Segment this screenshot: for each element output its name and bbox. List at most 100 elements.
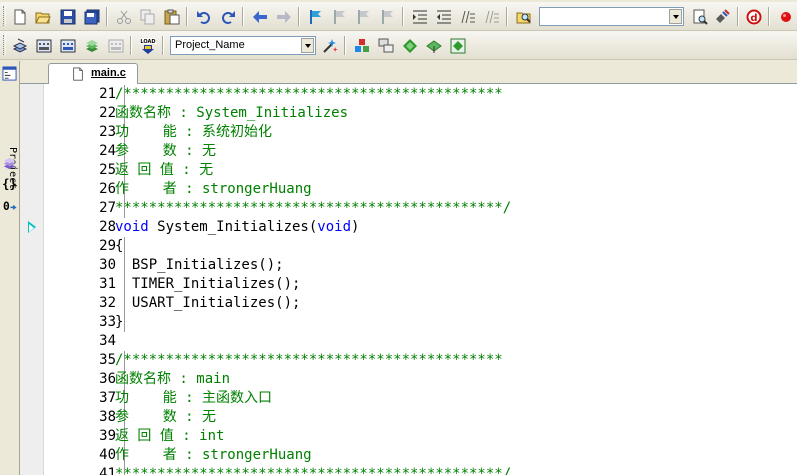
fold-guide xyxy=(124,313,125,332)
functions-window-button[interactable]: {} xyxy=(1,175,18,192)
unindent-icon xyxy=(437,10,451,23)
indent-button[interactable] xyxy=(410,7,430,26)
code-text: 返 回 值 : int xyxy=(115,428,225,444)
code-line[interactable]: 36 函数名称 : main xyxy=(20,370,797,389)
code-line[interactable]: 39 返 回 值 : int xyxy=(20,427,797,446)
copy-button[interactable] xyxy=(138,7,158,26)
code-text: 参 数 : 无 xyxy=(115,409,217,425)
save-button[interactable] xyxy=(58,7,78,26)
nav-back-button[interactable] xyxy=(250,7,270,26)
find-in-files-icon xyxy=(516,12,531,23)
load-label: LOAD xyxy=(140,39,155,45)
batch-build-icon xyxy=(86,39,98,52)
line-number: 28 xyxy=(99,219,116,235)
build-button[interactable] xyxy=(34,36,54,55)
code-line[interactable]: 28 void System_Initializes(void) xyxy=(20,218,797,237)
breakpoint-button[interactable] xyxy=(776,7,796,26)
code-line[interactable]: 35/*************************************… xyxy=(20,351,797,370)
code-line[interactable]: 33} xyxy=(20,313,797,332)
chevron-down-icon[interactable] xyxy=(301,38,314,53)
paste-button[interactable] xyxy=(162,7,182,26)
bookmark-next-button[interactable] xyxy=(354,7,374,26)
templates-window-button[interactable]: 0 xyxy=(1,197,18,214)
line-number: 38 xyxy=(99,409,116,425)
search-combo[interactable] xyxy=(539,7,684,26)
target-options-button[interactable] xyxy=(320,36,340,55)
pack-installer-button[interactable] xyxy=(400,36,420,55)
save-all-button[interactable] xyxy=(82,7,102,26)
paste-icon xyxy=(164,9,180,24)
code-line[interactable]: 26 作 者 : strongerHuang xyxy=(20,180,797,199)
project-window-button[interactable] xyxy=(1,65,18,82)
bookmark-next-icon xyxy=(358,9,369,24)
tab-label: main.c xyxy=(91,67,126,79)
code-line[interactable]: 24 参 数 : 无 xyxy=(20,142,797,161)
cut-button[interactable] xyxy=(114,7,134,26)
debug-session-button[interactable]: d xyxy=(744,7,764,26)
code-line[interactable]: 40 作 者 : strongerHuang xyxy=(20,446,797,465)
unindent-button[interactable] xyxy=(434,7,454,26)
open-button[interactable] xyxy=(33,7,53,26)
bookmark-button[interactable] xyxy=(306,7,326,26)
code-line[interactable]: 32 USART_Initializes(); xyxy=(20,294,797,313)
file-extensions-button[interactable] xyxy=(376,36,396,55)
code-line[interactable]: 25 返 回 值 : 无 xyxy=(20,161,797,180)
select-packs-button[interactable] xyxy=(424,36,444,55)
code-editor[interactable]: 21/*************************************… xyxy=(20,84,797,475)
download-button[interactable]: LOAD xyxy=(138,36,158,55)
pack-manage-button[interactable] xyxy=(448,36,468,55)
code-line[interactable]: 23 功 能 : 系统初始化 xyxy=(20,123,797,142)
code-line[interactable]: 21/*************************************… xyxy=(20,85,797,104)
nav-forward-button[interactable] xyxy=(274,7,294,26)
chevron-down-icon[interactable] xyxy=(669,9,682,24)
fold-guide xyxy=(124,237,125,256)
line-number: 37 xyxy=(99,390,116,406)
comment-button[interactable] xyxy=(458,7,478,26)
bookmark-clear-icon xyxy=(382,9,393,24)
nav-back-icon xyxy=(253,10,267,23)
toolbar-grip[interactable] xyxy=(3,6,6,26)
code-line[interactable]: 30 BSP_Initializes(); xyxy=(20,256,797,275)
download-load-icon: LOAD xyxy=(140,37,156,54)
file-extensions-icon xyxy=(378,38,394,52)
rebuild-button[interactable] xyxy=(58,36,78,55)
code-line[interactable]: 31 TIMER_Initializes(); xyxy=(20,275,797,294)
redo-button[interactable] xyxy=(218,7,238,26)
line-number: 31 xyxy=(99,276,116,292)
line-number: 25 xyxy=(99,162,116,178)
line-number: 41 xyxy=(99,466,116,475)
manage-components-button[interactable] xyxy=(352,36,372,55)
code-line[interactable]: 22 函数名称 : System_Initializes xyxy=(20,104,797,123)
line-number: 23 xyxy=(99,124,116,140)
code-line[interactable]: 29{ xyxy=(20,237,797,256)
nav-forward-icon xyxy=(277,10,291,23)
code-line[interactable]: 27 **************************************… xyxy=(20,199,797,218)
translate-button[interactable] xyxy=(10,36,30,55)
toolbar-grip[interactable] xyxy=(3,35,6,55)
bookmark-prev-icon xyxy=(334,9,345,24)
code-line[interactable]: 41 **************************************… xyxy=(20,465,797,475)
debug-session-icon: d xyxy=(746,9,762,24)
undo-button[interactable] xyxy=(194,7,214,26)
bookmark-prev-button[interactable] xyxy=(330,7,350,26)
batch-build-button[interactable] xyxy=(82,36,102,55)
code-text: 函数名称 : main xyxy=(115,371,231,387)
code-line[interactable]: 37 功 能 : 主函数入口 xyxy=(20,389,797,408)
code-line[interactable]: 34 xyxy=(20,332,797,351)
target-select[interactable]: Project_Name xyxy=(170,36,316,55)
find-button[interactable] xyxy=(690,7,710,26)
bookmark-clear-button[interactable] xyxy=(378,7,398,26)
find-in-files-button[interactable] xyxy=(514,7,534,26)
books-window-button[interactable] xyxy=(1,155,18,172)
code-line[interactable]: 38 参 数 : 无 xyxy=(20,408,797,427)
uncomment-button[interactable] xyxy=(482,7,502,26)
code-text: USART_Initializes(); xyxy=(115,295,301,311)
code-text: 功 能 : 系统初始化 xyxy=(115,124,273,140)
incremental-find-button[interactable] xyxy=(712,7,732,26)
line-number: 27 xyxy=(99,200,116,216)
stop-build-button[interactable] xyxy=(106,36,126,55)
bookmark-icon xyxy=(310,9,321,24)
line-number: 24 xyxy=(99,143,116,159)
tab-main-c[interactable]: main.c xyxy=(48,63,138,84)
new-file-button[interactable] xyxy=(10,7,30,26)
